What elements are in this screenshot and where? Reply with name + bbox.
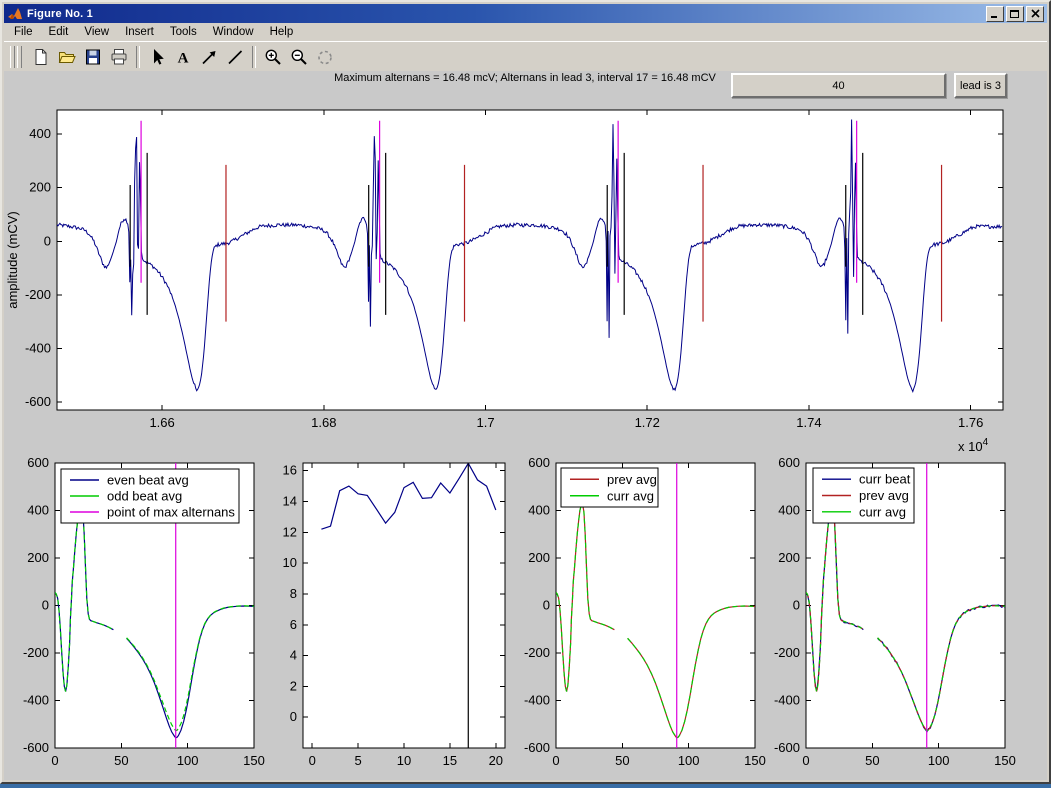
menu-item-tools[interactable]: Tools xyxy=(162,24,205,40)
new-figure-button[interactable] xyxy=(29,45,53,69)
print-figure-button[interactable] xyxy=(107,45,131,69)
menu-item-insert[interactable]: Insert xyxy=(117,24,162,40)
minimize-icon xyxy=(990,9,1000,18)
menu-bar: FileEditViewInsertToolsWindowHelp xyxy=(4,23,1047,41)
add-line-icon xyxy=(225,47,245,67)
open-file-icon xyxy=(57,47,77,67)
menu-item-window[interactable]: Window xyxy=(205,24,262,40)
figure-window: Figure No. 1 FileEditViewInsertToolsWind… xyxy=(0,0,1051,784)
print-figure-icon xyxy=(109,47,129,67)
add-arrow-button[interactable] xyxy=(197,45,221,69)
menu-item-help[interactable]: Help xyxy=(262,24,302,40)
figure-canvas xyxy=(4,71,1047,780)
menu-item-file[interactable]: File xyxy=(6,24,41,40)
zoom-in-icon xyxy=(263,47,283,67)
zoom-in-button[interactable] xyxy=(261,45,285,69)
matlab-icon xyxy=(7,6,23,22)
add-text-icon: A xyxy=(173,47,193,67)
save-figure-icon xyxy=(83,47,103,67)
toolbar-grip[interactable] xyxy=(10,46,15,68)
add-arrow-icon xyxy=(199,47,219,67)
desktop: { "window": { "title": "Figure No. 1" },… xyxy=(0,0,1051,788)
minimize-button[interactable] xyxy=(986,6,1004,22)
rotate-3d-button[interactable] xyxy=(313,45,337,69)
lead-select-button[interactable]: lead is 3 xyxy=(954,73,1007,98)
menu-item-view[interactable]: View xyxy=(76,24,117,40)
alternans-status-text: Maximum alternans = 16.48 mcV; Alternans… xyxy=(300,72,750,86)
svg-text:A: A xyxy=(178,50,189,66)
add-line-button[interactable] xyxy=(223,45,247,69)
new-figure-icon xyxy=(31,47,51,67)
pointer-icon xyxy=(147,47,167,67)
open-file-button[interactable] xyxy=(55,45,79,69)
toolbar-separator xyxy=(136,46,140,68)
interval-value-button[interactable]: 40 xyxy=(731,73,946,98)
window-title: Figure No. 1 xyxy=(27,8,93,20)
maximize-button[interactable] xyxy=(1006,6,1024,22)
add-text-button[interactable]: A xyxy=(171,45,195,69)
toolbar-grip[interactable] xyxy=(17,46,22,68)
rotate-3d-icon xyxy=(315,47,335,67)
toolbar: A xyxy=(4,41,1047,72)
zoom-out-icon xyxy=(289,47,309,67)
zoom-out-button[interactable] xyxy=(287,45,311,69)
window-controls xyxy=(986,6,1047,22)
close-button[interactable] xyxy=(1026,6,1044,22)
menu-item-edit[interactable]: Edit xyxy=(41,24,77,40)
pointer-button[interactable] xyxy=(145,45,169,69)
maximize-icon xyxy=(1010,9,1020,18)
toolbar-separator xyxy=(252,46,256,68)
title-bar[interactable]: Figure No. 1 xyxy=(4,4,1047,23)
close-icon xyxy=(1031,9,1040,18)
save-figure-button[interactable] xyxy=(81,45,105,69)
